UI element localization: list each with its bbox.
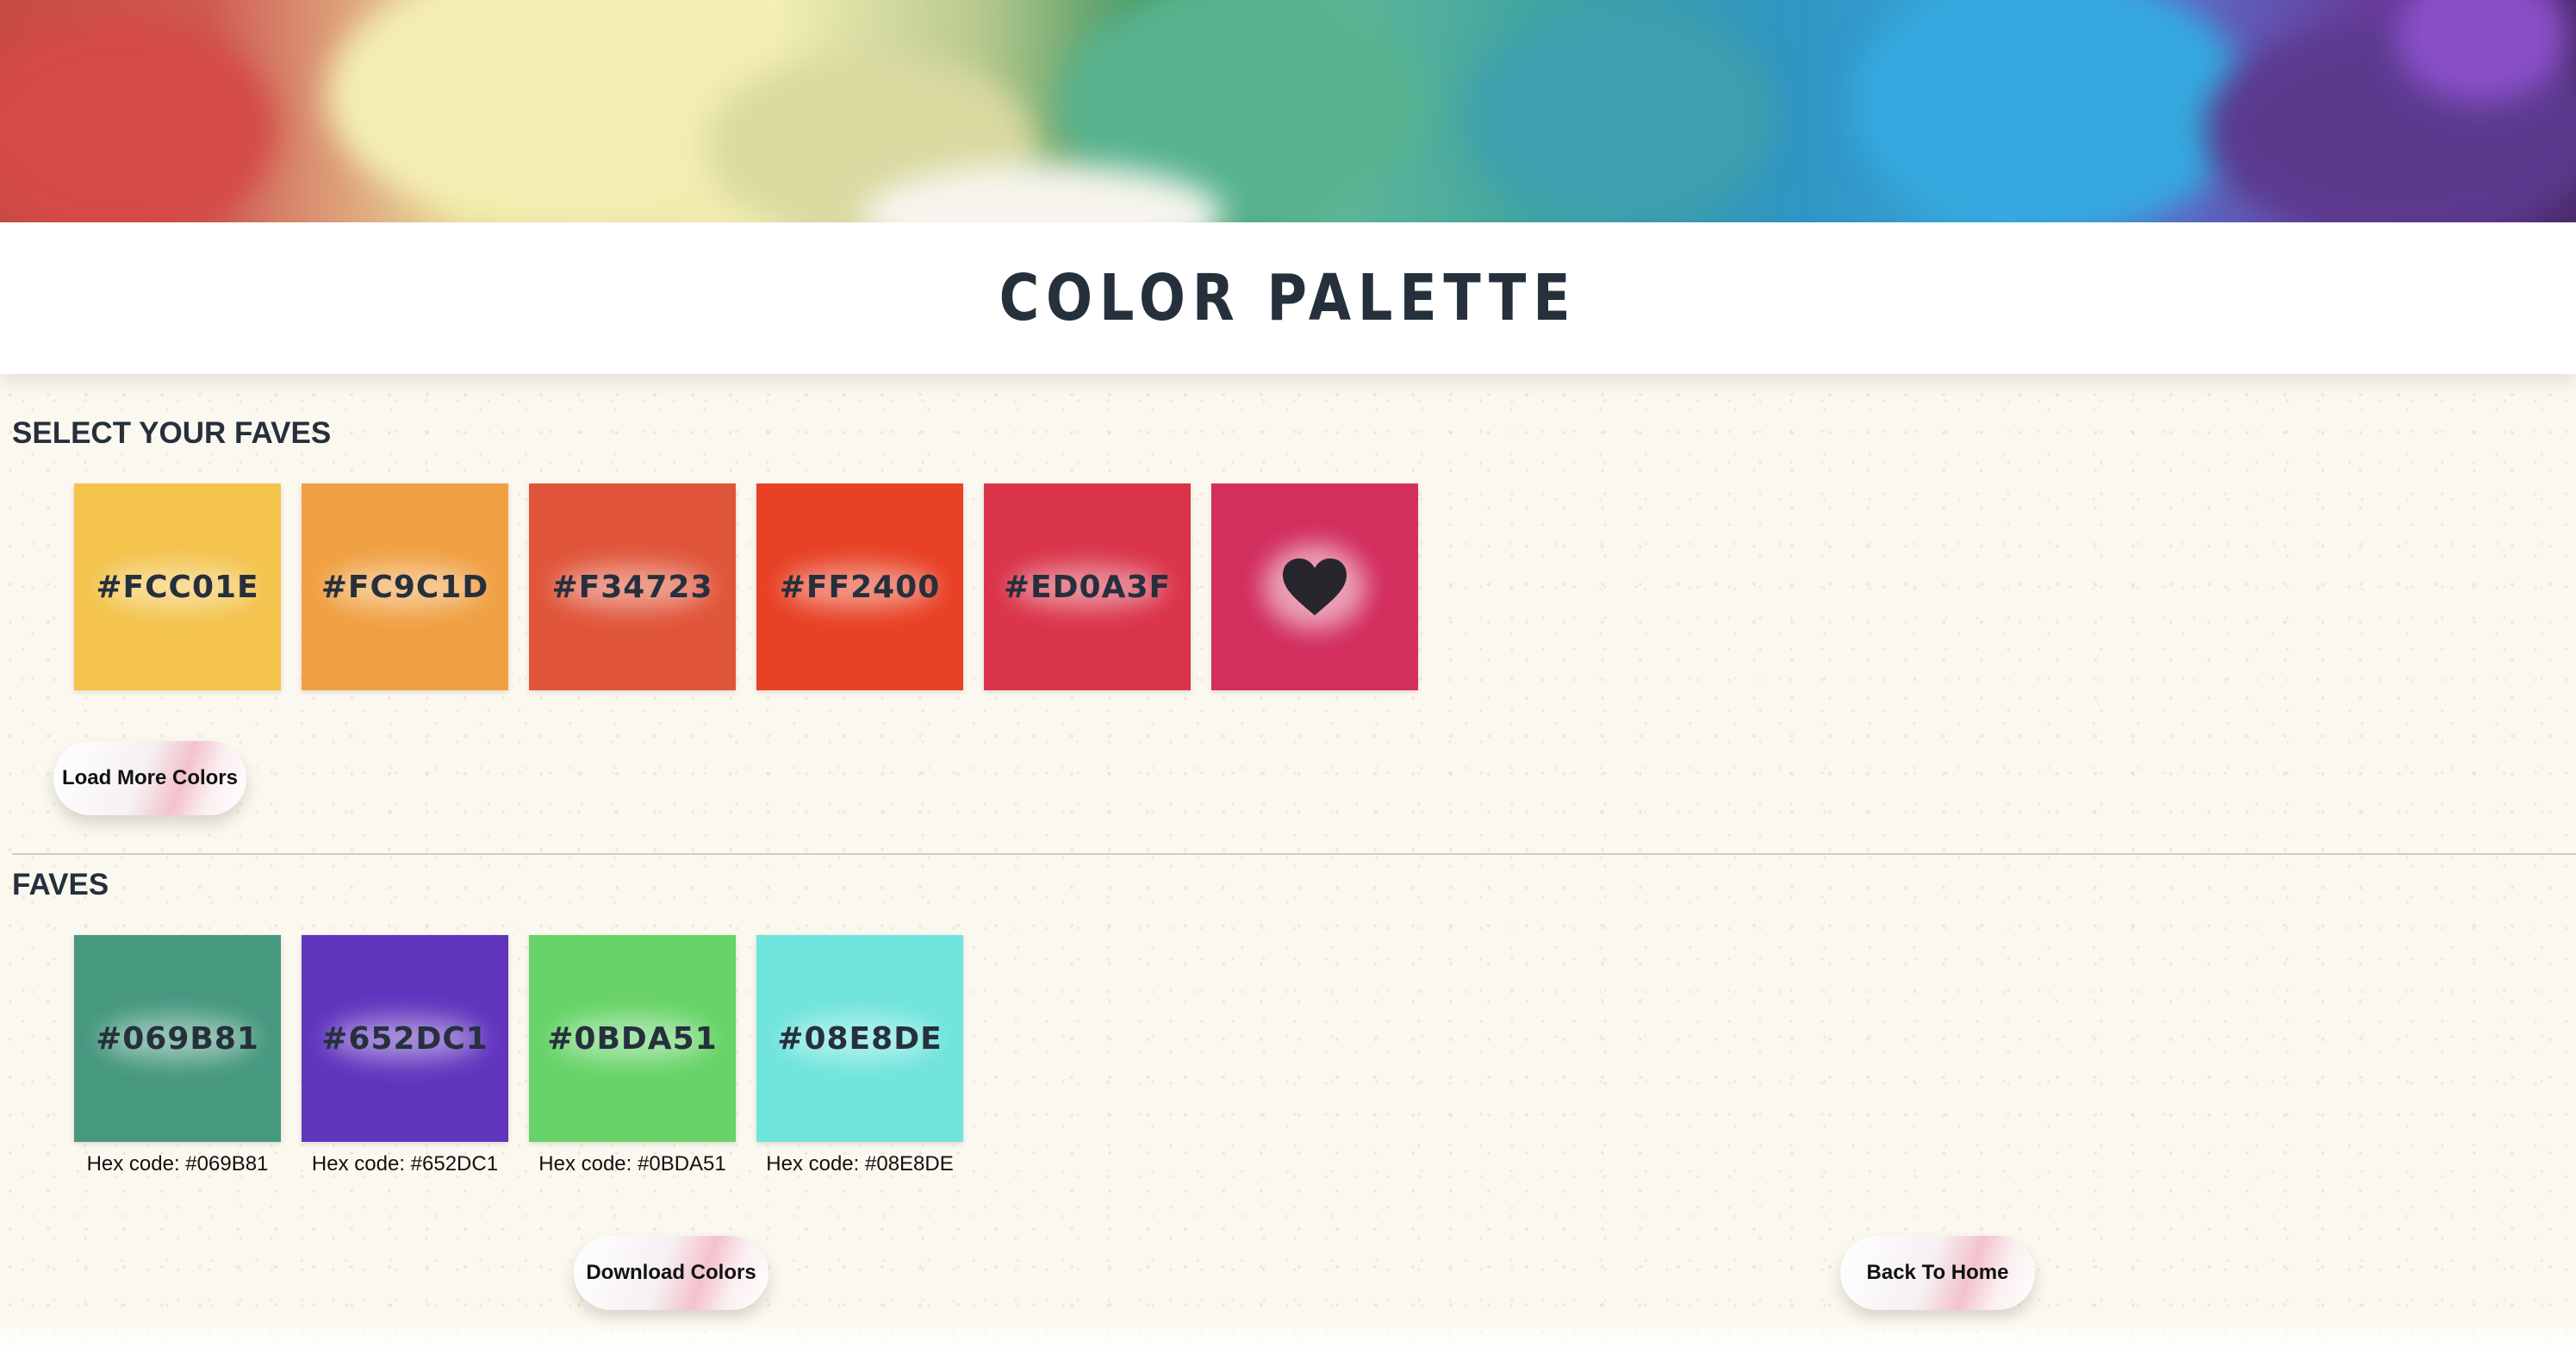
color-swatch[interactable]: #FC9C1D (302, 483, 508, 690)
swatch-hex-label: #F34723 (551, 569, 713, 605)
swatch-hex-label: #FCC01E (96, 569, 259, 605)
favorite-swatch[interactable] (1211, 483, 1418, 690)
color-swatch[interactable]: #FCC01E (74, 483, 281, 690)
load-more-colors-button[interactable]: Load More Colors (53, 741, 246, 815)
page-header: COLOR PALETTE (0, 222, 2576, 374)
color-swatch[interactable]: #F34723 (529, 483, 736, 690)
fave-swatch[interactable]: #652DC1 (302, 935, 508, 1142)
hex-code-caption: Hex code: #652DC1 (311, 1152, 499, 1176)
footer-fade (0, 1314, 2576, 1347)
fave-swatch[interactable]: #0BDA51 (529, 935, 736, 1142)
fave-swatch[interactable]: #08E8DE (756, 935, 963, 1142)
select-faves-heading: SELECT YOUR FAVES (12, 416, 332, 450)
download-colors-button[interactable]: Download Colors (574, 1236, 768, 1310)
swatch-hex-label: #FC9C1D (320, 569, 489, 605)
section-divider (12, 853, 2576, 855)
faves-heading: FAVES (12, 868, 109, 901)
swatch-hex-label: #0BDA51 (547, 1020, 718, 1057)
hex-code-caption: Hex code: #069B81 (86, 1152, 269, 1176)
swatch-hex-label: #ED0A3F (1003, 569, 1172, 605)
swatch-hex-label: #08E8DE (777, 1020, 943, 1057)
swatch-hex-label: #069B81 (96, 1020, 259, 1057)
hex-code-caption: Hex code: #0BDA51 (538, 1152, 726, 1176)
hero-banner-image (0, 0, 2576, 222)
fave-swatch[interactable]: #069B81 (74, 935, 281, 1142)
color-swatch[interactable]: #ED0A3F (984, 483, 1191, 690)
page-title: COLOR PALETTE (999, 261, 1577, 335)
swatch-hex-label: #FF2400 (779, 569, 941, 605)
hex-code-caption: Hex code: #08E8DE (766, 1152, 954, 1176)
heart-icon[interactable] (1281, 557, 1348, 617)
color-swatch[interactable]: #FF2400 (756, 483, 963, 690)
back-to-home-button[interactable]: Back To Home (1840, 1236, 2035, 1310)
swatch-hex-label: #652DC1 (321, 1020, 488, 1057)
